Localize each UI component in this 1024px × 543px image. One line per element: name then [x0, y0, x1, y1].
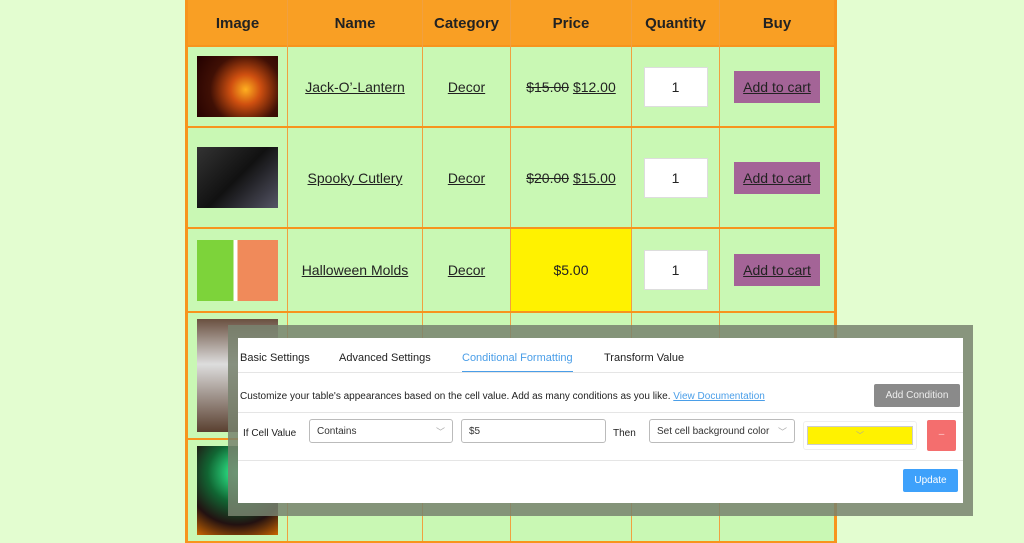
cell: Decor — [423, 47, 511, 126]
tab-basic-settings[interactable]: Basic Settings — [240, 352, 310, 364]
chevron-down-icon: ﹀ — [435, 427, 445, 437]
product-name-link[interactable]: Halloween Molds — [302, 262, 409, 278]
quantity-input[interactable]: 1 — [643, 157, 708, 198]
cell — [188, 47, 288, 126]
category-link[interactable]: Decor — [448, 79, 485, 95]
action-value: Set cell background color — [657, 426, 770, 437]
product-image — [197, 56, 278, 117]
cell: Decor — [423, 128, 511, 227]
divider — [238, 372, 963, 373]
operator-select[interactable]: Contains ﹀ — [309, 419, 453, 443]
cell: $5.00 — [511, 229, 632, 311]
old-price: $15.00 — [526, 78, 570, 95]
add-to-cart-button[interactable]: Add to cart — [734, 161, 820, 194]
divider — [238, 460, 963, 461]
cell: Decor — [423, 229, 511, 311]
divider — [238, 412, 963, 413]
table-header: Image Name Category Price Quantity Buy — [188, 0, 834, 47]
product-image — [197, 239, 278, 301]
quantity-input[interactable]: 1 — [643, 250, 708, 290]
remove-condition-button[interactable]: – — [927, 420, 956, 451]
tab-advanced-settings[interactable]: Advanced Settings — [339, 352, 431, 364]
color-picker[interactable]: ﹀ — [803, 421, 917, 450]
table-row: Spooky Cutlery Decor $20.00 $15.00 1 Add to … — [188, 128, 834, 229]
header-price: Price — [511, 0, 632, 47]
chevron-down-icon: ﹀ — [807, 426, 913, 445]
add-to-cart-button[interactable]: Add to cart — [734, 254, 820, 286]
tab-conditional-formatting[interactable]: Conditional Formatting — [462, 352, 573, 373]
header-image: Image — [188, 0, 288, 47]
product-image — [197, 147, 278, 208]
action-select[interactable]: Set cell background color ﹀ — [649, 419, 795, 443]
table-row: Jack-O’-Lantern Decor $15.00 $12.00 1 Add to… — [188, 47, 834, 128]
header-buy: Buy — [762, 15, 792, 32]
header-quantity: Quantity — [632, 0, 720, 47]
tab-transform-value[interactable]: Transform Value — [604, 352, 684, 364]
cell: Halloween Molds — [288, 229, 423, 311]
quantity-input[interactable]: 1 — [643, 66, 708, 107]
conditional-formatting-panel: Basic Settings Advanced Settings Conditi… — [238, 338, 963, 503]
table-row: Halloween Molds Decor $5.00 1 Add to cart — [188, 229, 834, 313]
category-link[interactable]: Decor — [448, 262, 485, 278]
description-text: Customize your table's appearances based… — [240, 391, 671, 402]
cell: Add to cart — [720, 229, 834, 311]
cell — [188, 229, 288, 311]
cell: 1 — [632, 128, 720, 227]
cell: 1 — [632, 47, 720, 126]
price: $5.00 — [553, 262, 589, 278]
view-documentation-link[interactable]: View Documentation — [673, 391, 765, 402]
sale-price: $15.00 — [572, 169, 616, 186]
condition-value-input[interactable]: $5 — [461, 419, 606, 443]
product-name-link[interactable]: Jack-O’-Lantern — [305, 79, 405, 95]
cell: $20.00 $15.00 — [511, 128, 632, 227]
then-label: Then — [613, 428, 636, 439]
old-price: $20.00 — [526, 169, 570, 186]
sale-price: $12.00 — [572, 78, 616, 95]
header-name: Name — [288, 0, 423, 47]
category-link[interactable]: Decor — [448, 170, 485, 186]
cell: Spooky Cutlery — [288, 128, 423, 227]
header-category: Category — [423, 0, 511, 47]
cell: Add to cart — [720, 47, 834, 126]
operator-value: Contains — [317, 426, 357, 437]
cell: 1 — [632, 229, 720, 311]
if-cell-value-label: If Cell Value — [243, 428, 297, 439]
cell: Add to cart — [720, 128, 834, 227]
add-to-cart-button[interactable]: Add to cart — [734, 70, 820, 103]
cell: Jack-O’-Lantern — [288, 47, 423, 126]
add-condition-button[interactable]: Add Condition — [874, 384, 960, 407]
cell: $15.00 $12.00 — [511, 47, 632, 126]
chevron-down-icon: ﹀ — [777, 427, 787, 437]
update-button[interactable]: Update — [903, 469, 958, 492]
product-name-link[interactable]: Spooky Cutlery — [308, 170, 403, 186]
cell — [188, 128, 288, 227]
